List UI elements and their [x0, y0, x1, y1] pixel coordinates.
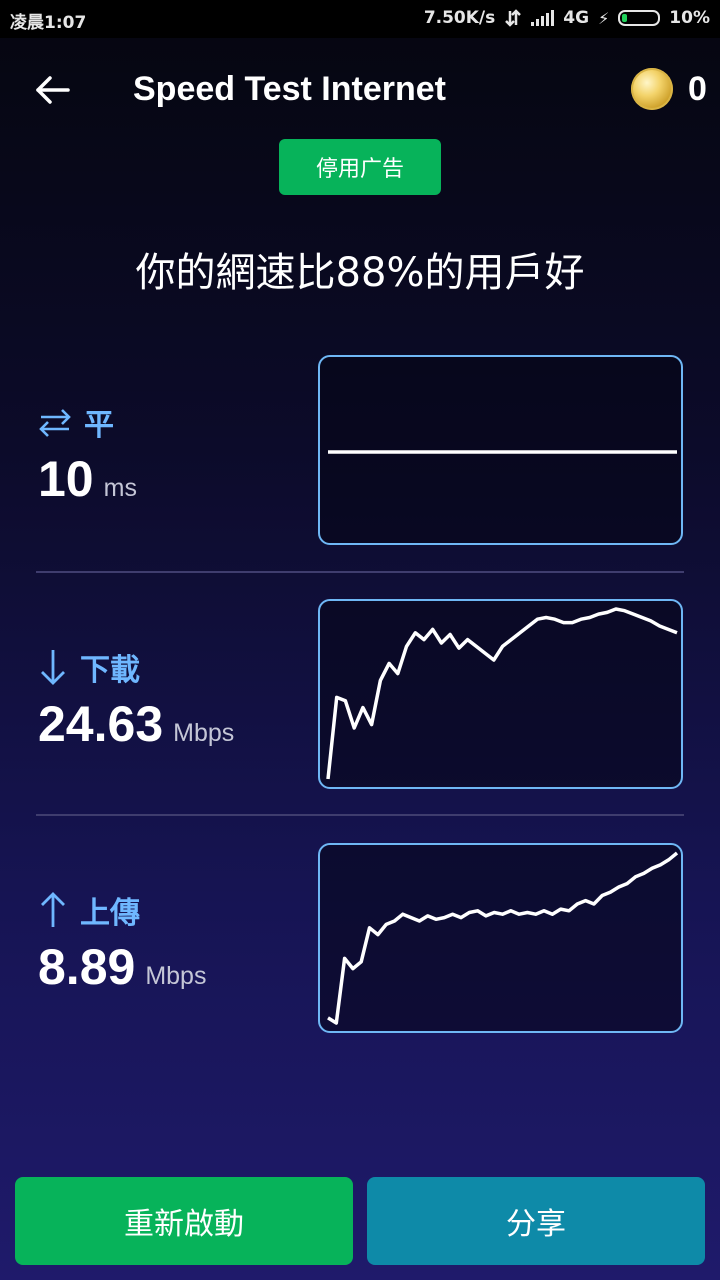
- download-metric: 下載 24.63 Mbps: [38, 645, 328, 753]
- ping-label: 平: [84, 408, 114, 443]
- page-title: Speed Test Internet: [133, 70, 446, 108]
- network-type: 4G: [563, 8, 590, 28]
- download-value-row: 24.63 Mbps: [38, 695, 328, 753]
- signal-icon: [531, 10, 555, 26]
- coin-count: 0: [688, 70, 707, 108]
- upload-label-row: 上傳: [38, 888, 328, 932]
- divider: [36, 814, 684, 816]
- app-header: Speed Test Internet 0: [0, 38, 720, 138]
- disable-ads-button[interactable]: 停用广告: [279, 139, 441, 195]
- ping-graph: [318, 355, 683, 545]
- ping-value: 10: [38, 451, 94, 507]
- ping-label-row: 平: [38, 400, 328, 444]
- arrow-up-icon: [41, 892, 65, 927]
- upload-metric: 上傳 8.89 Mbps: [38, 888, 328, 996]
- download-trace-line: [326, 607, 678, 780]
- download-value: 24.63: [38, 696, 164, 752]
- arrow-left-icon: [36, 76, 70, 104]
- data-transfer-icon: [505, 9, 522, 27]
- download-graph: [318, 599, 683, 789]
- divider: [36, 571, 684, 573]
- upload-unit: Mbps: [145, 962, 207, 990]
- upload-value: 8.89: [38, 939, 136, 995]
- ping-metric: 平 10 ms: [38, 400, 328, 508]
- download-label-row: 下載: [38, 645, 328, 689]
- status-time: 凌晨1:07: [10, 13, 87, 33]
- battery-percent: 10%: [669, 8, 710, 28]
- network-speed: 7.50K/s: [423, 8, 496, 28]
- download-label: 下載: [80, 653, 140, 688]
- charging-bolt-icon: ⚡: [598, 8, 610, 28]
- ping-value-row: 10 ms: [38, 450, 328, 508]
- ping-graph-svg: [328, 450, 677, 454]
- result-summary: 你的網速比88%的用戶好: [135, 250, 585, 296]
- download-graph-svg: [326, 607, 678, 780]
- upload-value-row: 8.89 Mbps: [38, 938, 328, 996]
- battery-icon: [618, 10, 661, 26]
- download-unit: Mbps: [173, 719, 235, 747]
- status-bar: 凌晨1:07 7.50K/s 4G ⚡ 10%: [0, 0, 720, 38]
- upload-label: 上傳: [80, 896, 140, 931]
- upload-graph-svg: [327, 851, 679, 1025]
- gold-coin-icon[interactable]: [631, 68, 673, 110]
- back-button[interactable]: [30, 68, 74, 112]
- upload-graph: [318, 843, 683, 1033]
- upload-trace-line: [327, 851, 679, 1025]
- restart-button[interactable]: 重新啟動: [15, 1177, 353, 1265]
- status-indicators: 7.50K/s 4G ⚡ 10%: [424, 8, 710, 28]
- swap-arrows-icon: [39, 409, 71, 437]
- share-button[interactable]: 分享: [367, 1177, 705, 1265]
- ping-unit: ms: [103, 474, 137, 502]
- arrow-down-icon: [41, 650, 65, 685]
